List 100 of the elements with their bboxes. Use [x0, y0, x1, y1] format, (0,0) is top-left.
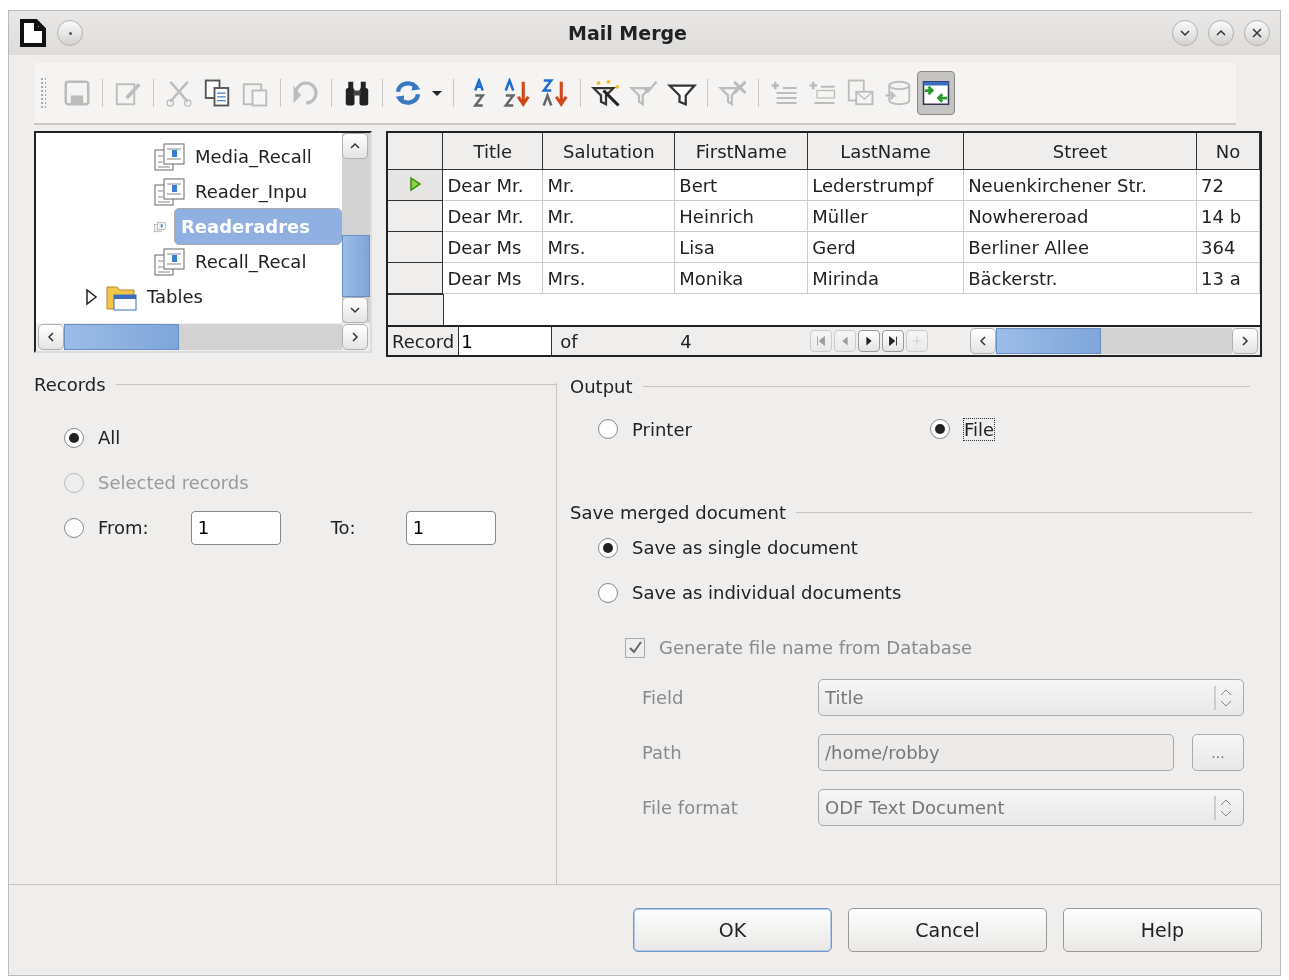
- dialog-button[interactable]: OK: [633, 908, 832, 952]
- sort-descending-icon: [540, 78, 570, 108]
- table-cell: Dear Ms: [442, 262, 543, 294]
- last-record-button[interactable]: [882, 330, 905, 352]
- record-number-field[interactable]: 1: [459, 327, 553, 355]
- field-label: Field: [642, 687, 685, 708]
- chevron-down-icon: [1179, 27, 1191, 39]
- maximize-button[interactable]: [1208, 20, 1234, 46]
- chevron-left-icon: [45, 331, 57, 343]
- table-cell: Lisa: [674, 231, 808, 263]
- dialog-button[interactable]: Cancel: [848, 908, 1047, 952]
- close-button[interactable]: [1244, 20, 1270, 46]
- explorer-button[interactable]: [917, 71, 955, 115]
- row-header[interactable]: [388, 262, 443, 294]
- query-icon: [154, 141, 186, 172]
- tree-item[interactable]: Media_Recall: [194, 144, 313, 169]
- dialog-button[interactable]: Help: [1063, 908, 1262, 952]
- copy-icon: [202, 78, 232, 108]
- table-cell: 14 b: [1196, 200, 1260, 232]
- section-title: Save merged document: [570, 501, 787, 523]
- of-label: of: [559, 330, 579, 352]
- table-cell: Neuenkirchener Str.: [963, 169, 1197, 201]
- table-cell: Mrs.: [542, 231, 675, 263]
- filter-wand-icon: [591, 78, 621, 108]
- vertical-scrollbar[interactable]: [342, 133, 370, 323]
- table-cell: Gerd: [807, 231, 964, 263]
- to-field[interactable]: 1: [405, 510, 496, 545]
- table-cell: Mrs.: [542, 262, 675, 294]
- refresh-icon: [393, 78, 423, 108]
- table-cell: Mirinda: [807, 262, 964, 294]
- chevron-right-icon: [1239, 335, 1251, 347]
- radio-label[interactable]: Printer: [632, 418, 692, 440]
- radio-label[interactable]: From:: [98, 517, 149, 538]
- radio-label[interactable]: Save as individual documents: [632, 582, 902, 603]
- expand-arrow-icon[interactable]: [84, 287, 98, 306]
- caret-icon: [432, 90, 442, 96]
- window-menu-button[interactable]: [57, 20, 83, 46]
- radio-button[interactable]: [598, 582, 618, 603]
- radio-button[interactable]: [598, 419, 618, 439]
- radio-label[interactable]: All: [98, 427, 121, 448]
- table-cell: Nowhereroad: [963, 200, 1197, 232]
- tree-item[interactable]: Reader_Inpu: [194, 179, 309, 204]
- horizontal-scrollbar[interactable]: [36, 323, 370, 351]
- tree-item[interactable]: Tables: [146, 284, 204, 309]
- table-cell: Dear Mr.: [442, 200, 543, 232]
- radio-label[interactable]: File: [963, 418, 994, 440]
- mail-icon: [845, 78, 875, 108]
- current-row-icon: [408, 175, 423, 192]
- column-header[interactable]: Street: [963, 133, 1197, 170]
- table-cell: Bäckerstr.: [963, 262, 1197, 294]
- table-cell: Mr.: [542, 169, 675, 201]
- radio-button[interactable]: [64, 517, 84, 538]
- sort-ascending-icon: [502, 78, 532, 108]
- radio-label[interactable]: Save as single document: [632, 537, 858, 558]
- database-icon: [883, 78, 913, 108]
- table-cell: Heinrich: [674, 200, 808, 232]
- query-icon: [154, 176, 186, 207]
- horizontal-scrollbar[interactable]: [968, 327, 1260, 355]
- radio-button[interactable]: [598, 537, 618, 558]
- table-cell: Dear Ms: [442, 231, 543, 263]
- table-cell: Monika: [674, 262, 808, 294]
- field-label: Path: [642, 742, 683, 763]
- filter-check-icon: [629, 78, 659, 108]
- chevron-right-icon: [349, 331, 361, 343]
- next-record-button[interactable]: [858, 330, 881, 352]
- tree-item[interactable]: Recall_Recal: [194, 249, 308, 274]
- query-icon: [154, 246, 186, 277]
- app-logo-icon: [19, 18, 47, 48]
- table-cell: Berliner Allee: [963, 231, 1197, 263]
- table-cell: Müller: [807, 200, 964, 232]
- to-label: To:: [330, 517, 356, 538]
- explorer-icon: [921, 78, 951, 108]
- row-header[interactable]: [388, 231, 443, 263]
- table-cell: 364: [1196, 231, 1260, 263]
- undo-icon: [291, 78, 321, 108]
- table-cell: 72: [1196, 169, 1260, 201]
- column-header[interactable]: LastName: [807, 133, 964, 170]
- column-header[interactable]: Salutation: [542, 133, 675, 170]
- radio-button[interactable]: [929, 419, 950, 439]
- chevron-down-icon: [349, 304, 361, 316]
- table-cell: Lederstrumpf: [807, 169, 964, 201]
- column-header[interactable]: Title: [442, 133, 543, 170]
- radio-button[interactable]: [64, 427, 84, 448]
- table-cell: Mr.: [542, 200, 675, 232]
- cut-icon: [164, 78, 194, 108]
- column-header[interactable]: No: [1196, 133, 1260, 170]
- filter-remove-icon: [718, 78, 748, 108]
- row-header[interactable]: [388, 169, 443, 201]
- save-icon: [62, 78, 92, 108]
- row-header[interactable]: [388, 200, 443, 232]
- table-cell: Bert: [674, 169, 808, 201]
- table-cell: 13 a: [1196, 262, 1260, 294]
- field-label: File format: [642, 797, 739, 818]
- from-field[interactable]: 1: [190, 510, 281, 545]
- column-header[interactable]: FirstName: [674, 133, 808, 170]
- close-icon: [1251, 27, 1263, 39]
- section-title: Records: [34, 373, 106, 395]
- minimize-button[interactable]: [1172, 20, 1198, 46]
- section-title: Output: [570, 375, 633, 397]
- record-count: 4: [680, 330, 693, 352]
